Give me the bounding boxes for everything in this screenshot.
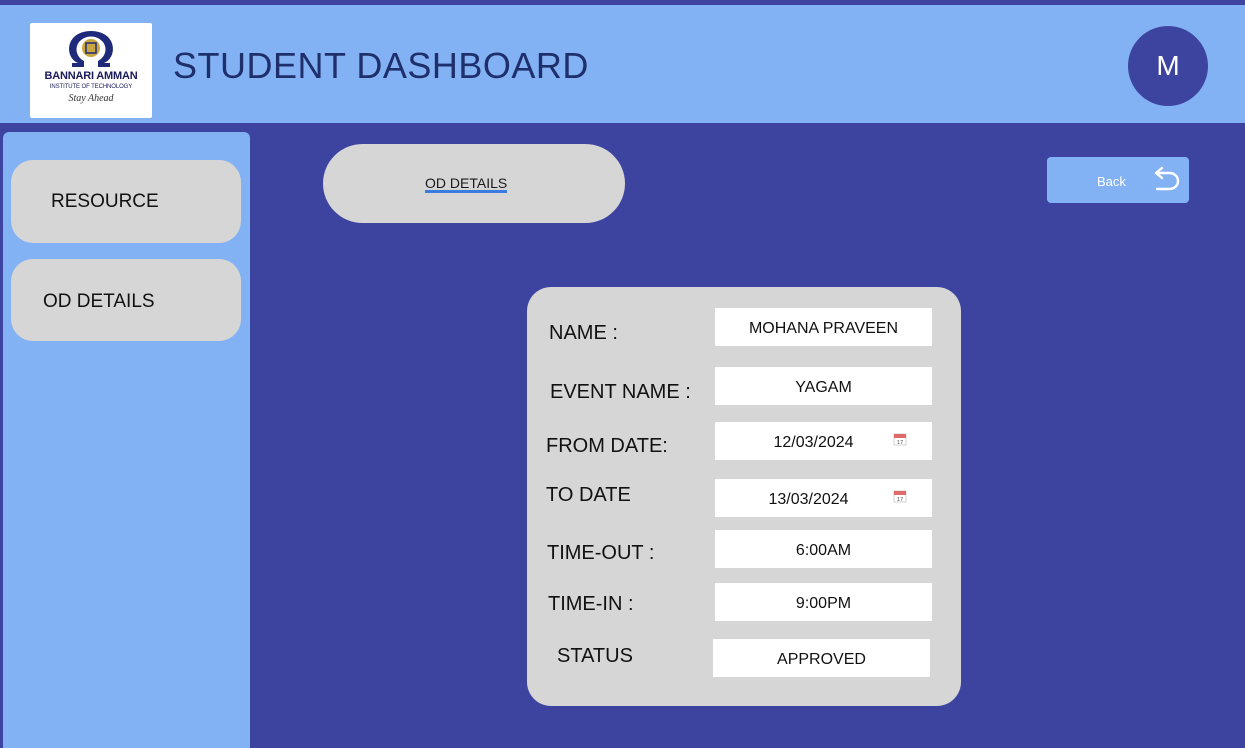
from-date-value: 12/03/2024 [773,434,854,451]
time-in-label: TIME-IN : [548,593,634,615]
name-value: MOHANA PRAVEEN [748,320,899,337]
sidebar-item-label: RESOURCE [51,190,159,212]
event-name-field[interactable]: YAGAM [715,367,932,405]
time-in-value: 9:00PM [795,595,852,612]
back-button[interactable]: Back [1047,157,1189,203]
svg-text:17: 17 [897,440,903,446]
time-out-label: TIME-OUT : [547,542,655,564]
sidebar-item-resource[interactable]: RESOURCE [11,160,241,243]
svg-text:17: 17 [897,497,903,503]
logo-emblem-icon [69,31,113,67]
time-out-value: 6:00AM [795,542,852,559]
name-field[interactable]: MOHANA PRAVEEN [715,308,932,346]
tab-od-details[interactable]: OD DETAILS [323,144,625,223]
event-name-value: YAGAM [795,379,852,396]
tab-label: OD DETAILS [425,175,508,193]
from-date-field[interactable]: 12/03/2024 17 [715,422,932,460]
calendar-icon[interactable]: 17 [893,432,907,446]
time-in-field[interactable]: 9:00PM [715,583,932,621]
od-details-card: NAME : MOHANA PRAVEEN EVENT NAME : YAGAM… [527,287,961,706]
to-date-field[interactable]: 13/03/2024 17 [715,479,932,517]
page-title: STUDENT DASHBOARD [173,45,589,86]
time-out-field[interactable]: 6:00AM [715,530,932,568]
institute-logo: BANNARI AMMAN INSTITUTE OF TECHNOLOGY St… [30,23,152,118]
avatar-initial: M [1156,50,1180,81]
status-label: STATUS [557,645,633,667]
status-field[interactable]: APPROVED [713,639,930,677]
calendar-icon[interactable]: 17 [893,489,907,503]
sidebar-item-od-details[interactable]: OD DETAILS [11,259,241,341]
sidebar-item-label: OD DETAILS [43,291,155,312]
user-avatar[interactable]: M [1128,26,1208,106]
back-button-label: Back [1097,174,1126,189]
event-name-label: EVENT NAME : [550,381,691,403]
logo-name: BANNARI AMMAN [44,70,138,82]
status-value: APPROVED [777,651,866,668]
logo-tagline: Stay Ahead [68,93,114,104]
to-date-value: 13/03/2024 [768,491,849,508]
from-date-label: FROM DATE: [546,435,668,457]
name-label: NAME : [549,322,618,344]
logo-subtitle: INSTITUTE OF TECHNOLOGY [49,84,133,90]
undo-arrow-icon [1154,166,1180,191]
to-date-label: TO DATE [546,484,631,506]
